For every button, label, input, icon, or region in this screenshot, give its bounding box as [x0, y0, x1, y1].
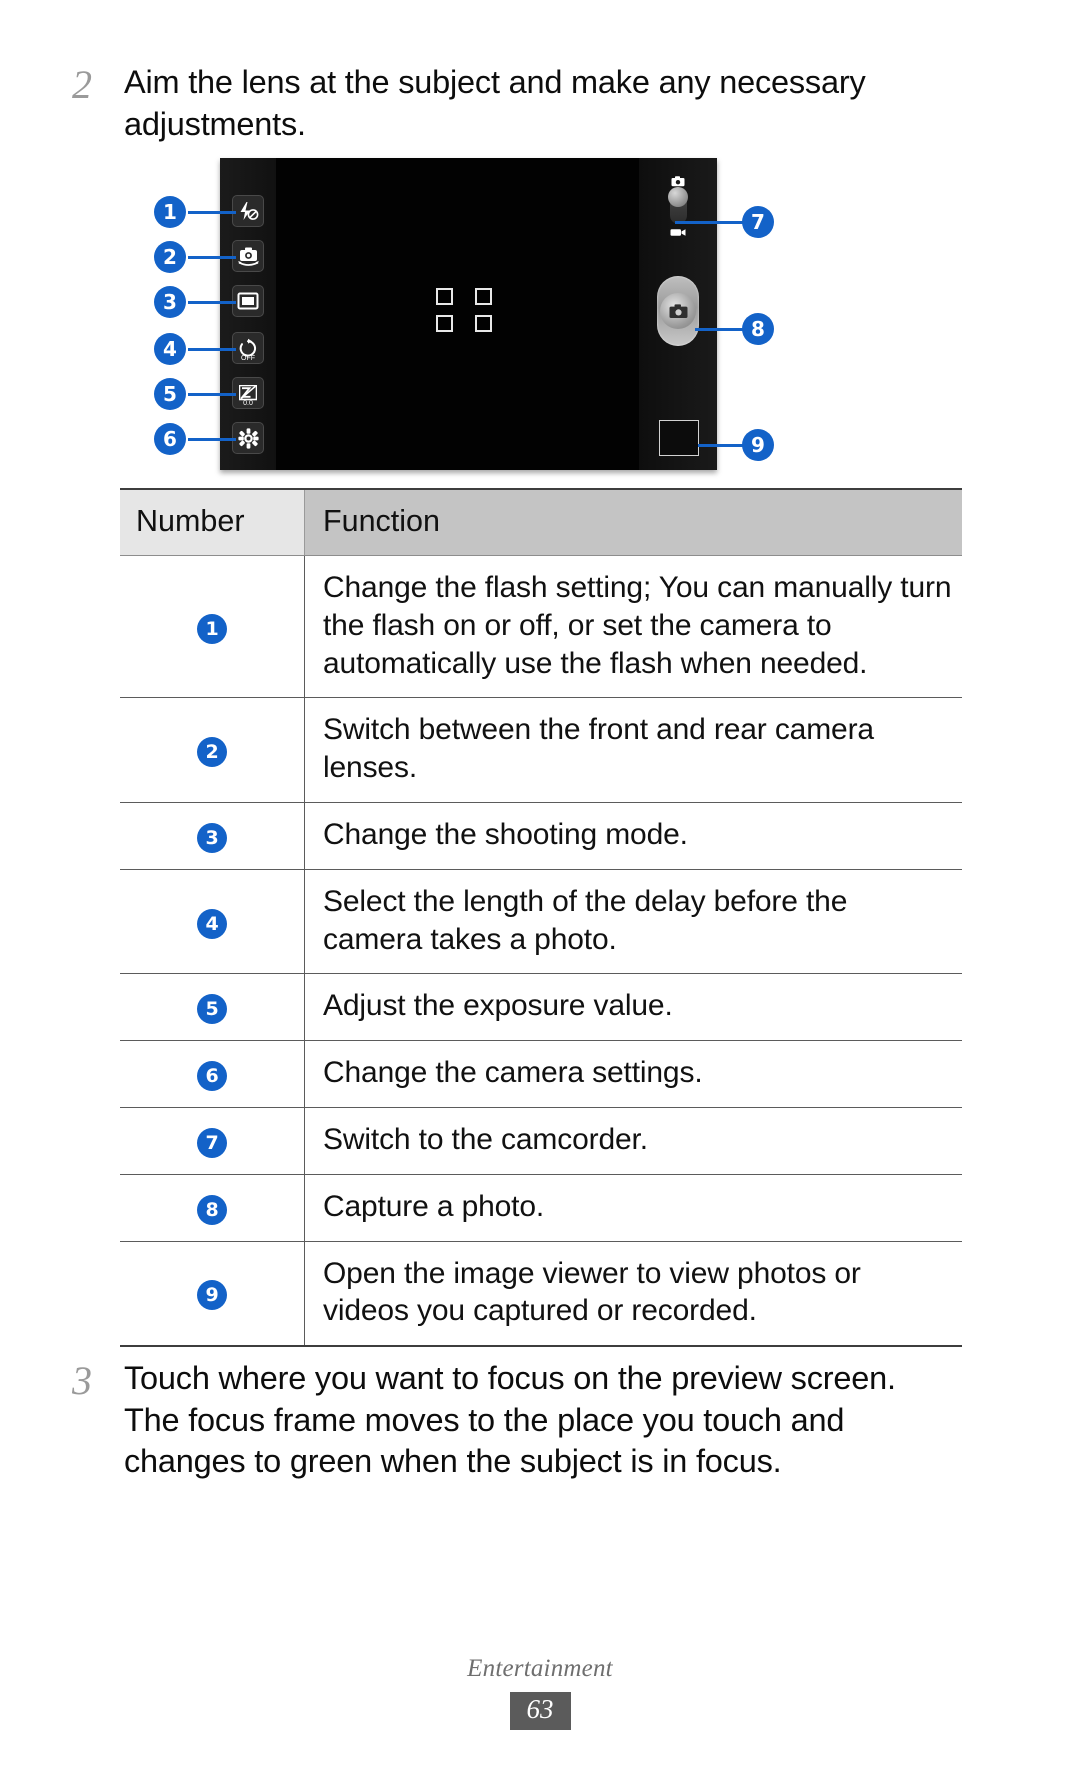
leader-line-4 — [188, 348, 236, 351]
row-function-cell: Change the shooting mode. — [304, 802, 962, 870]
callout-5: 5 — [154, 378, 186, 410]
table-row: 4 Select the length of the delay before … — [120, 869, 962, 975]
table-row: 8 Capture a photo. — [120, 1174, 962, 1242]
callout-7: 7 — [742, 206, 774, 238]
row-number-cell: 2 — [120, 697, 305, 803]
table-row: 9 Open the image viewer to view photos o… — [120, 1241, 962, 1348]
row-number-cell: 9 — [120, 1241, 305, 1348]
number-badge: 5 — [197, 994, 227, 1025]
table-row: 2 Switch between the front and rear came… — [120, 697, 962, 803]
step-2-number: 2 — [72, 62, 92, 107]
row-function-cell: Select the length of the delay before th… — [304, 869, 962, 975]
row-function-cell: Open the image viewer to view photos or … — [304, 1241, 962, 1348]
callout-8: 8 — [742, 313, 774, 345]
leader-line-1 — [188, 211, 236, 214]
page-footer: Entertainment 63 — [0, 1655, 1080, 1730]
leader-line-8 — [695, 328, 745, 331]
switch-camera-icon[interactable] — [232, 240, 264, 272]
shutter-inner-ring — [660, 293, 696, 329]
row-number-cell: 4 — [120, 869, 305, 975]
leader-line-2 — [188, 256, 236, 259]
row-number-cell: 5 — [120, 973, 305, 1042]
timer-icon[interactable]: OFF — [232, 332, 264, 364]
row-number-cell: 8 — [120, 1174, 305, 1242]
focus-frame-icon — [436, 288, 492, 332]
right-control-rail — [639, 158, 717, 470]
row-number-cell: 3 — [120, 802, 305, 870]
row-number-cell: 1 — [120, 555, 305, 699]
table-header: Number Function — [120, 488, 962, 556]
leader-line-3 — [188, 301, 236, 304]
row-function-cell: Change the camera settings. — [304, 1040, 962, 1108]
number-badge: 3 — [197, 822, 227, 853]
table-header-row: Number Function — [120, 488, 962, 556]
number-badge: 1 — [197, 613, 227, 644]
toggle-knob[interactable] — [668, 187, 688, 207]
step-2-block: 2 Aim the lens at the subject and make a… — [72, 62, 932, 145]
callout-6: 6 — [154, 423, 186, 455]
number-badge: 6 — [197, 1061, 227, 1092]
row-function-cell: Capture a photo. — [304, 1174, 962, 1242]
row-number-cell: 6 — [120, 1040, 305, 1108]
footer-section-title: Entertainment — [467, 1655, 613, 1682]
row-function-cell: Adjust the exposure value. — [304, 973, 962, 1042]
table-row: 1 Change the flash setting; You can manu… — [120, 555, 962, 699]
flash-off-icon[interactable] — [232, 195, 264, 227]
settings-gear-icon[interactable] — [232, 422, 264, 454]
tablet-device-body: OFF 0.0 — [220, 158, 717, 470]
number-badge: 9 — [197, 1280, 227, 1311]
camera-preview-area[interactable] — [276, 158, 639, 470]
table-row: 6 Change the camera settings. — [120, 1040, 962, 1108]
left-control-rail: OFF 0.0 — [220, 158, 276, 470]
function-table: Number Function 1 Change the flash setti… — [120, 488, 962, 1348]
callout-4: 4 — [154, 333, 186, 365]
number-badge: 7 — [197, 1127, 227, 1158]
header-function: Function — [304, 488, 962, 556]
header-number: Number — [120, 488, 305, 556]
table-row: 3 Change the shooting mode. — [120, 802, 962, 870]
shooting-mode-icon[interactable] — [232, 285, 264, 317]
timer-state-label: OFF — [241, 355, 255, 362]
table-body: 1 Change the flash setting; You can manu… — [120, 555, 962, 1348]
callout-3: 3 — [154, 286, 186, 318]
row-number-cell: 7 — [120, 1107, 305, 1175]
step-2-text: Aim the lens at the subject and make any… — [124, 64, 866, 142]
camera-camcorder-toggle-icon[interactable] — [665, 176, 691, 238]
callout-1: 1 — [154, 196, 186, 228]
callout-2: 2 — [154, 241, 186, 273]
row-function-cell: Switch between the front and rear camera… — [304, 697, 962, 803]
table-row: 5 Adjust the exposure value. — [120, 973, 962, 1042]
image-viewer-thumbnail-icon[interactable] — [659, 420, 699, 456]
step-3-block: 3 Touch where you want to focus on the p… — [72, 1358, 952, 1483]
row-function-cell: Switch to the camcorder. — [304, 1107, 962, 1175]
step-3-number: 3 — [72, 1358, 92, 1403]
row-function-cell: Change the flash setting; You can manual… — [304, 555, 962, 699]
leader-line-9 — [698, 444, 745, 447]
camera-preview-diagram: OFF 0.0 1 2 3 4 5 6 7 8 9 — [150, 158, 774, 480]
shutter-button-icon[interactable] — [657, 276, 699, 346]
step-3-text: Touch where you want to focus on the pre… — [124, 1360, 896, 1480]
table-row: 7 Switch to the camcorder. — [120, 1107, 962, 1175]
exposure-icon[interactable]: 0.0 — [232, 377, 264, 409]
callout-9: 9 — [742, 429, 774, 461]
number-badge: 8 — [197, 1194, 227, 1225]
leader-line-7 — [675, 221, 745, 224]
leader-line-6 — [188, 438, 236, 441]
video-mode-icon — [670, 224, 686, 242]
number-badge: 4 — [197, 908, 227, 939]
number-badge: 2 — [197, 737, 227, 768]
exposure-value-label: 0.0 — [243, 400, 253, 407]
footer-page-number: 63 — [509, 1692, 571, 1730]
leader-line-5 — [188, 393, 236, 396]
